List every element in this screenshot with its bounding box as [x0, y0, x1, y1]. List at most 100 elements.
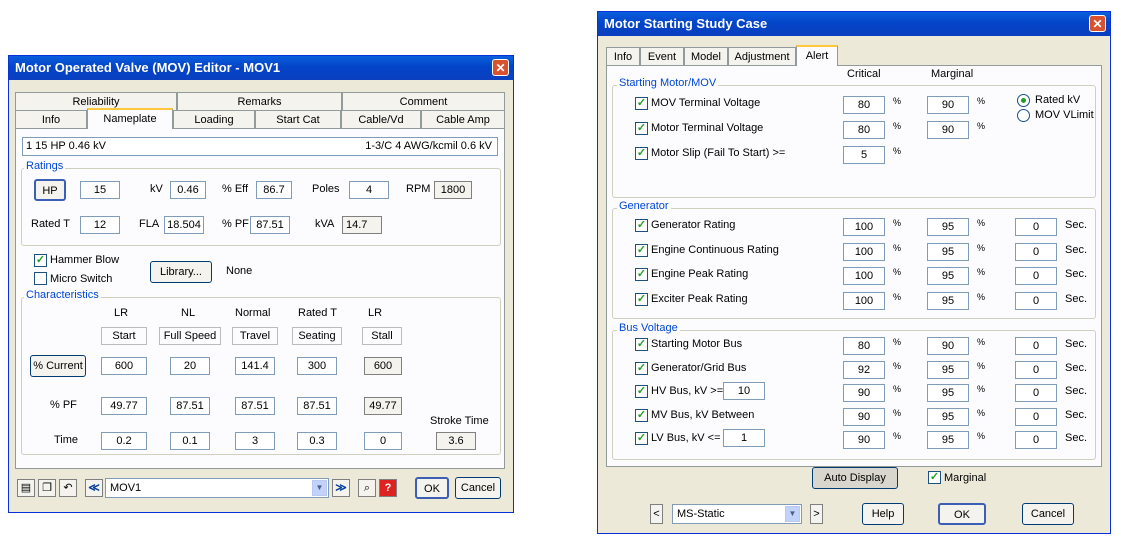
- alert-row-checkbox[interactable]: ✓: [635, 219, 648, 232]
- marginal-checkbox[interactable]: ✓: [928, 471, 941, 484]
- next-icon[interactable]: ≫: [332, 479, 350, 497]
- alert-row-checkbox[interactable]: ✓: [635, 408, 648, 422]
- pf-normal[interactable]: 87.51: [235, 397, 275, 415]
- time-rated-t[interactable]: 0.3: [297, 432, 337, 450]
- critical-field[interactable]: 90: [843, 384, 885, 402]
- tab-info[interactable]: Info: [606, 47, 640, 65]
- mov-vlimit-radio[interactable]: [1017, 109, 1030, 122]
- cancel-button[interactable]: Cancel: [1022, 503, 1074, 525]
- critical-field[interactable]: 100: [843, 242, 885, 261]
- auto-display-button[interactable]: Auto Display: [812, 467, 898, 489]
- delay-field[interactable]: 0: [1015, 431, 1057, 449]
- ratedt-field[interactable]: 12: [80, 216, 120, 234]
- micro-switch-checkbox[interactable]: [34, 272, 47, 285]
- fla-field[interactable]: 18.504: [164, 216, 204, 234]
- undo-icon[interactable]: ↶: [59, 479, 77, 497]
- pf-rated-t[interactable]: 87.51: [297, 397, 337, 415]
- alert-row-checkbox[interactable]: ✓: [635, 338, 648, 351]
- marginal-field[interactable]: 95: [927, 431, 969, 449]
- marginal-field[interactable]: 95: [927, 407, 969, 426]
- current-normal[interactable]: 141.4: [235, 357, 275, 375]
- prev-icon[interactable]: ≪: [85, 479, 103, 497]
- hp-button[interactable]: HP: [34, 179, 66, 201]
- poles-field[interactable]: 4: [349, 181, 389, 199]
- critical-field[interactable]: 5: [843, 146, 885, 164]
- alert-row-checkbox[interactable]: ✓: [635, 243, 648, 257]
- alert-row-checkbox[interactable]: ✓: [635, 361, 648, 375]
- time-nl[interactable]: 0.1: [170, 432, 210, 450]
- kv-threshold-field[interactable]: 1: [723, 429, 765, 447]
- marginal-field[interactable]: 95: [927, 360, 969, 379]
- marginal-field[interactable]: 95: [927, 218, 969, 236]
- delay-field[interactable]: 0: [1015, 291, 1057, 310]
- study-case-combo[interactable]: MS-Static ▼: [672, 504, 802, 524]
- critical-field[interactable]: 100: [843, 218, 885, 236]
- find-icon[interactable]: ⌕: [358, 479, 376, 497]
- copy-icon[interactable]: ❐: [38, 479, 56, 497]
- delay-field[interactable]: 0: [1015, 218, 1057, 236]
- tab-alert[interactable]: Alert: [796, 45, 838, 66]
- study-case-titlebar[interactable]: Motor Starting Study Case ✕: [598, 12, 1110, 36]
- critical-field[interactable]: 90: [843, 431, 885, 449]
- time-normal[interactable]: 3: [235, 432, 275, 450]
- delay-field[interactable]: 0: [1015, 242, 1057, 261]
- alert-row-checkbox[interactable]: ✓: [635, 147, 648, 160]
- critical-field[interactable]: 100: [843, 267, 885, 285]
- element-combo[interactable]: MOV1 ▼: [105, 478, 329, 498]
- delay-field[interactable]: 0: [1015, 407, 1057, 426]
- rated-kv-radio[interactable]: [1017, 94, 1030, 107]
- kv-field[interactable]: 0.46: [170, 181, 206, 199]
- critical-field[interactable]: 80: [843, 96, 885, 114]
- marginal-field[interactable]: 95: [927, 291, 969, 310]
- current-button[interactable]: % Current: [30, 355, 86, 377]
- prev-icon[interactable]: <: [650, 504, 663, 524]
- marginal-field[interactable]: 95: [927, 242, 969, 261]
- paste-icon[interactable]: ▤: [17, 479, 35, 497]
- marginal-field[interactable]: 95: [927, 267, 969, 285]
- chevron-down-icon[interactable]: ▼: [785, 506, 800, 522]
- ok-button[interactable]: OK: [938, 503, 986, 525]
- marginal-field[interactable]: 90: [927, 96, 969, 114]
- current-lr-start[interactable]: 600: [101, 357, 147, 375]
- library-button[interactable]: Library...: [150, 261, 212, 283]
- tab-remarks[interactable]: Remarks: [177, 92, 342, 110]
- cancel-button[interactable]: Cancel: [455, 477, 501, 499]
- delay-field[interactable]: 0: [1015, 337, 1057, 355]
- tab-adjustment[interactable]: Adjustment: [728, 47, 796, 65]
- help-icon[interactable]: ?: [379, 479, 397, 497]
- alert-row-checkbox[interactable]: ✓: [635, 432, 648, 445]
- current-nl[interactable]: 20: [170, 357, 210, 375]
- critical-field[interactable]: 80: [843, 121, 885, 139]
- critical-field[interactable]: 100: [843, 291, 885, 310]
- critical-field[interactable]: 80: [843, 337, 885, 355]
- alert-row-checkbox[interactable]: ✓: [635, 292, 648, 306]
- alert-row-checkbox[interactable]: ✓: [635, 122, 648, 135]
- tab-nameplate[interactable]: Nameplate: [87, 108, 173, 129]
- ok-button[interactable]: OK: [415, 477, 449, 499]
- marginal-field[interactable]: 90: [927, 121, 969, 139]
- time-lr-stall[interactable]: 0: [364, 432, 402, 450]
- chevron-down-icon[interactable]: ▼: [312, 480, 327, 496]
- pf-field[interactable]: 87.51: [250, 216, 290, 234]
- critical-field[interactable]: 92: [843, 360, 885, 379]
- hp-field[interactable]: 15: [80, 181, 120, 199]
- close-icon[interactable]: ✕: [492, 59, 509, 76]
- time-lr-start[interactable]: 0.2: [101, 432, 147, 450]
- hammer-blow-checkbox[interactable]: ✓: [34, 254, 47, 267]
- tab-cable-amp[interactable]: Cable Amp: [421, 110, 505, 128]
- kv-threshold-field[interactable]: 10: [723, 382, 765, 400]
- delay-field[interactable]: 0: [1015, 360, 1057, 379]
- tab-cable-vd[interactable]: Cable/Vd: [341, 110, 421, 128]
- pf-nl[interactable]: 87.51: [170, 397, 210, 415]
- tab-comment[interactable]: Comment: [342, 92, 505, 110]
- current-rated-t[interactable]: 300: [297, 357, 337, 375]
- critical-field[interactable]: 90: [843, 407, 885, 426]
- alert-row-checkbox[interactable]: ✓: [635, 385, 648, 398]
- delay-field[interactable]: 0: [1015, 384, 1057, 402]
- tab-event[interactable]: Event: [640, 47, 684, 65]
- alert-row-checkbox[interactable]: ✓: [635, 97, 648, 110]
- tab-loading[interactable]: Loading: [173, 110, 255, 128]
- marginal-field[interactable]: 95: [927, 384, 969, 402]
- tab-start-cat[interactable]: Start Cat: [255, 110, 341, 128]
- mov-editor-titlebar[interactable]: Motor Operated Valve (MOV) Editor - MOV1…: [9, 56, 513, 80]
